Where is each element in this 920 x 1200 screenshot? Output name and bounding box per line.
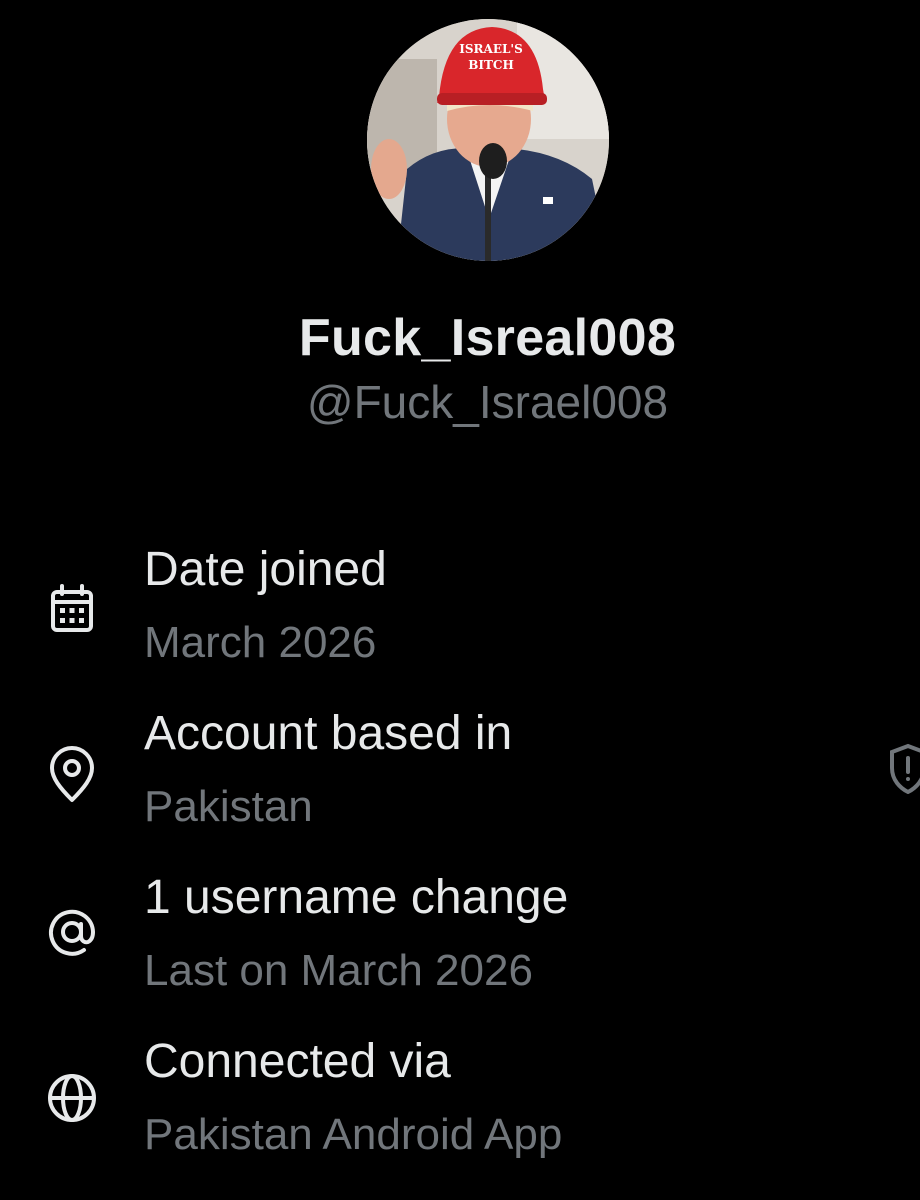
date-joined-value: March 2026	[144, 618, 377, 667]
account-based-in-value: Pakistan	[144, 782, 313, 831]
about-row-connected-via: Connected via Pakistan Android App	[0, 1034, 920, 1174]
avatar-hat-text: BITCH	[468, 58, 514, 72]
connected-via-label: Connected via	[144, 1035, 451, 1088]
connected-via-value: Pakistan Android App	[144, 1110, 563, 1159]
username-change-value: Last on March 2026	[144, 946, 533, 995]
date-joined-label: Date joined	[144, 543, 387, 596]
username-change-label: 1 username change	[144, 871, 569, 924]
account-based-in-label: Account based in	[144, 707, 513, 760]
location-pin-icon	[40, 742, 104, 806]
calendar-icon	[40, 578, 104, 642]
display-name: Fuck_Isreal008	[298, 309, 677, 367]
at-sign-icon	[40, 900, 104, 964]
about-row-date-joined: Date joined March 2026	[0, 542, 920, 682]
shield-alert-icon[interactable]	[888, 742, 920, 795]
globe-icon	[40, 1066, 104, 1130]
about-row-username-change: 1 username change Last on March 2026	[0, 870, 920, 1010]
about-row-account-based-in: Account based in Pakistan	[0, 706, 920, 846]
username-handle: @Fuck_Israel008	[306, 376, 669, 428]
avatar-photo: ISRAEL'S BITCH	[367, 19, 609, 261]
profile-avatar[interactable]: ISRAEL'S BITCH	[367, 19, 609, 261]
avatar-hat-text: ISRAEL'S	[459, 42, 523, 56]
